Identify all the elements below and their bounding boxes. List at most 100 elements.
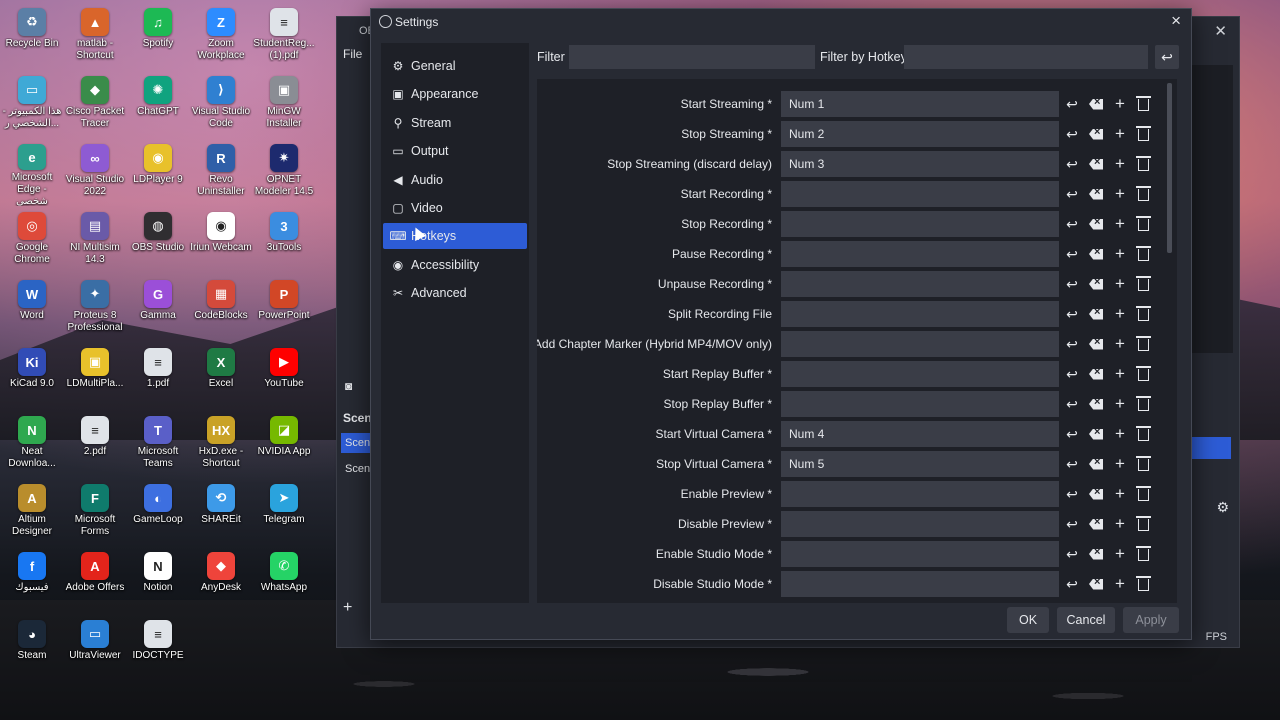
hotkey-input[interactable] [781,481,1059,507]
gear-icon[interactable]: ⚙ [1216,499,1229,516]
nav-item-accessibility[interactable]: ◉ Accessibility [383,252,527,278]
nav-item-stream[interactable]: ⚲ Stream [383,110,527,136]
hotkey-input[interactable] [781,511,1059,537]
desktop-icon[interactable]: ✦ Proteus 8 Professional [63,276,127,342]
revert-icon[interactable]: ↩ [1062,244,1082,264]
revert-icon[interactable]: ↩ [1062,334,1082,354]
hotkey-input[interactable] [781,361,1059,387]
add-hotkey-icon[interactable]: + [1110,94,1130,114]
hotkey-input[interactable]: Num 4 [781,421,1059,447]
desktop-icon[interactable]: ▲ matlab - Shortcut [63,4,127,70]
hotkey-input[interactable]: Num 1 [781,91,1059,117]
revert-icon[interactable]: ↩ [1062,364,1082,384]
clear-icon[interactable] [1086,244,1106,264]
revert-icon[interactable]: ↩ [1062,484,1082,504]
reset-filter-icon[interactable]: ↩ [1155,45,1179,69]
close-icon[interactable]: × [1171,11,1181,31]
desktop-icon[interactable]: N Neat Downloa... [0,412,64,478]
trash-icon[interactable] [1133,454,1153,474]
clear-icon[interactable] [1086,214,1106,234]
revert-icon[interactable]: ↩ [1062,424,1082,444]
clear-icon[interactable] [1086,124,1106,144]
trash-icon[interactable] [1133,364,1153,384]
desktop-icon[interactable]: ▣ LDMultiPla... [63,344,127,410]
hotkey-input[interactable] [781,391,1059,417]
hotkey-input[interactable] [781,211,1059,237]
hotkey-input[interactable] [781,241,1059,267]
desktop-icon[interactable]: Ki KiCad 9.0 [0,344,64,410]
add-scene-button[interactable]: + [343,599,352,617]
hotkey-input[interactable] [781,571,1059,597]
add-hotkey-icon[interactable]: + [1110,274,1130,294]
clear-icon[interactable] [1086,184,1106,204]
add-hotkey-icon[interactable]: + [1110,334,1130,354]
desktop-icon[interactable]: ✆ WhatsApp [252,548,316,614]
nav-item-appearance[interactable]: ▣ Appearance [383,81,527,107]
desktop-icon[interactable]: ▶ YouTube [252,344,316,410]
ok-button[interactable]: OK [1007,607,1049,633]
desktop-icon[interactable]: HX HxD.exe - Shortcut [189,412,253,478]
trash-icon[interactable] [1133,154,1153,174]
trash-icon[interactable] [1133,214,1153,234]
desktop-icon[interactable]: ✷ OPNET Modeler 14.5 [252,140,316,206]
revert-icon[interactable]: ↩ [1062,454,1082,474]
hotkey-input[interactable] [781,181,1059,207]
desktop-icon[interactable]: ◆ Cisco Packet Tracer [63,72,127,138]
desktop-icon[interactable]: e Microsoft Edge - شخصي [0,140,64,206]
desktop-icon[interactable]: ◉ LDPlayer 9 [126,140,190,206]
desktop-icon[interactable]: ≡ IDOCTYPE [126,616,190,682]
desktop-icon[interactable]: ≡ 1.pdf [126,344,190,410]
desktop-icon[interactable]: P PowerPoint [252,276,316,342]
desktop-icon[interactable]: ▦ CodeBlocks [189,276,253,342]
add-hotkey-icon[interactable]: + [1110,424,1130,444]
clear-icon[interactable] [1086,574,1106,594]
revert-icon[interactable]: ↩ [1062,514,1082,534]
hotkey-filter-input[interactable] [904,45,1148,69]
desktop-icon[interactable]: ◐ GameLoop [126,480,190,546]
hotkey-input[interactable] [781,541,1059,567]
desktop-icon[interactable]: ◆ AnyDesk [189,548,253,614]
desktop-icon[interactable]: ▤ NI Multisim 14.3 [63,208,127,274]
desktop-icon[interactable]: ◉ Iriun Webcam [189,208,253,274]
trash-icon[interactable] [1133,394,1153,414]
revert-icon[interactable]: ↩ [1062,94,1082,114]
nav-item-advanced[interactable]: ✂ Advanced [383,280,527,306]
clear-icon[interactable] [1086,484,1106,504]
nav-item-general[interactable]: ⚙ General [383,53,527,79]
add-hotkey-icon[interactable]: + [1110,304,1130,324]
add-hotkey-icon[interactable]: + [1110,244,1130,264]
desktop-icon[interactable]: ✺ ChatGPT [126,72,190,138]
filter-input[interactable] [569,45,815,69]
add-hotkey-icon[interactable]: + [1110,394,1130,414]
add-hotkey-icon[interactable]: + [1110,514,1130,534]
trash-icon[interactable] [1133,424,1153,444]
clear-icon[interactable] [1086,514,1106,534]
hotkey-input[interactable] [781,331,1059,357]
apply-button[interactable]: Apply [1123,607,1179,633]
add-hotkey-icon[interactable]: + [1110,454,1130,474]
nav-item-hotkeys[interactable]: ⌨ Hotkeys [383,223,527,250]
desktop-icon[interactable]: ∞ Visual Studio 2022 [63,140,127,206]
trash-icon[interactable] [1133,514,1153,534]
clear-icon[interactable] [1086,94,1106,114]
hotkey-input[interactable] [781,271,1059,297]
desktop-icon[interactable]: ≡ StudentReg... (1).pdf [252,4,316,70]
add-hotkey-icon[interactable]: + [1110,214,1130,234]
desktop-icon[interactable]: W Word [0,276,64,342]
revert-icon[interactable]: ↩ [1062,154,1082,174]
desktop-icon[interactable]: ⟩ Visual Studio Code [189,72,253,138]
trash-icon[interactable] [1133,274,1153,294]
desktop-icon[interactable]: ▭ UltraViewer [63,616,127,682]
desktop-icon[interactable]: ▭ هذا الكمبيوتر - الشخصي ر... [0,72,64,138]
revert-icon[interactable]: ↩ [1062,214,1082,234]
add-hotkey-icon[interactable]: + [1110,154,1130,174]
trash-icon[interactable] [1133,94,1153,114]
hotkey-input[interactable]: Num 3 [781,151,1059,177]
nav-item-video[interactable]: ▢ Video [383,195,527,221]
revert-icon[interactable]: ↩ [1062,574,1082,594]
revert-icon[interactable]: ↩ [1062,544,1082,564]
desktop-icon[interactable]: ▣ MinGW Installer [252,72,316,138]
hotkey-input[interactable]: Num 5 [781,451,1059,477]
clear-icon[interactable] [1086,154,1106,174]
desktop-icon[interactable]: A Adobe Offers [63,548,127,614]
